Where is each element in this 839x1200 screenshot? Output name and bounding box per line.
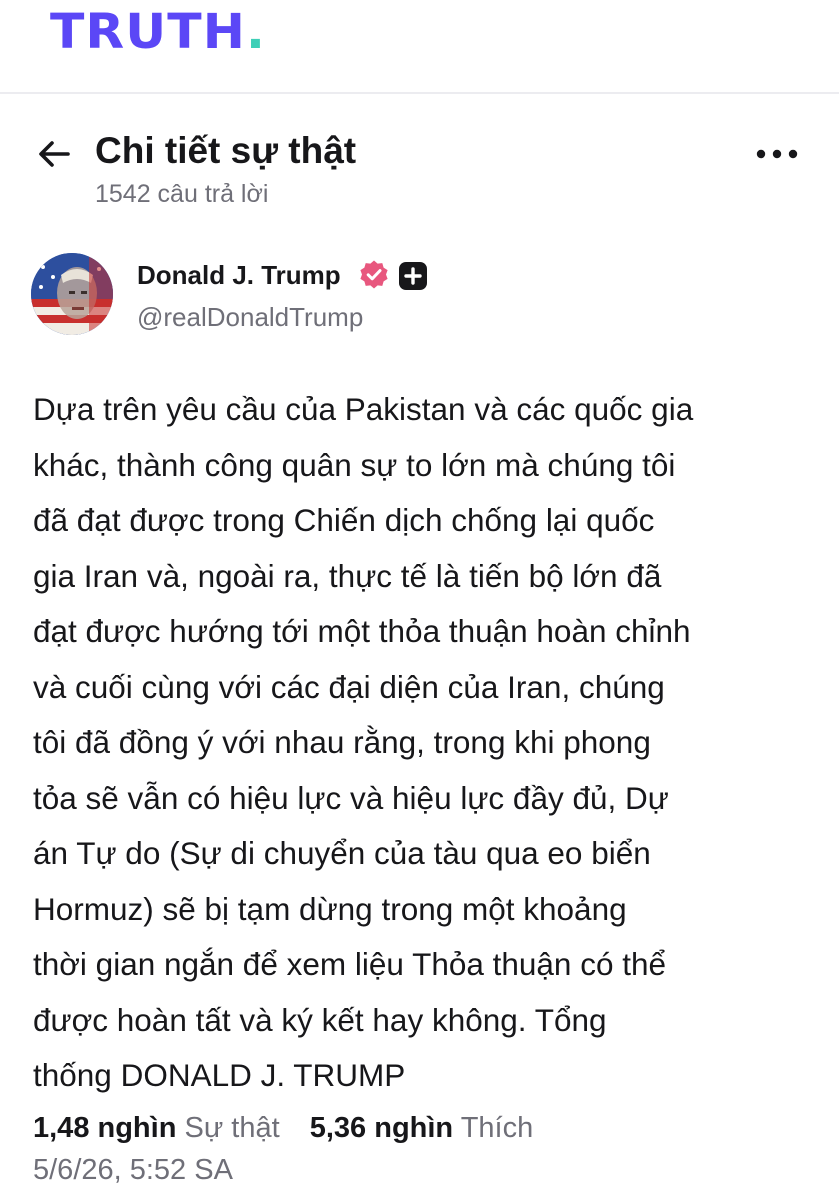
retruths-count: 1,48 nghìn: [33, 1112, 177, 1144]
post-stats: 1,48 nghìn Sự thật 5,36 nghìn Thích: [33, 1108, 823, 1148]
retruths-label: Sự thật: [184, 1112, 280, 1144]
post-timestamp: 5/6/26, 5:52 SA: [33, 1154, 233, 1186]
arrow-left-icon: [39, 141, 70, 167]
plus-badge-icon: [398, 261, 428, 291]
more-options-button[interactable]: [755, 146, 799, 162]
likes-count: 5,36 nghìn: [309, 1112, 454, 1144]
likes-stat[interactable]: 5,36 nghìn Thích: [310, 1108, 534, 1148]
author-name[interactable]: Donald J. Trump: [137, 258, 341, 292]
truth-social-logo[interactable]: TRUTH.: [50, 4, 266, 60]
page-header: Chi tiết sự thật 1542 câu trả lời: [0, 120, 839, 220]
likes-label: Thích: [460, 1112, 534, 1144]
avatar[interactable]: [31, 253, 113, 335]
post-author: Donald J. Trump @realDonaldTrump: [0, 248, 839, 348]
page-title: Chi tiết sự thật: [95, 130, 357, 171]
verified-badge-icon: [358, 259, 390, 291]
avatar-image: [31, 253, 113, 335]
back-button[interactable]: [34, 134, 74, 174]
more-horizontal-icon: [756, 149, 798, 159]
author-handle[interactable]: @realDonaldTrump: [137, 300, 363, 334]
logo-text: TRUTH: [50, 4, 246, 60]
reply-count: 1542 câu trả lời: [95, 180, 269, 208]
top-bar: TRUTH.: [0, 0, 839, 94]
logo-dot: .: [245, 4, 267, 60]
retruths-stat[interactable]: 1,48 nghìn Sự thật: [33, 1108, 280, 1148]
post-text: Dựa trên yêu cầu của Pakistan và các quố…: [33, 391, 694, 1093]
